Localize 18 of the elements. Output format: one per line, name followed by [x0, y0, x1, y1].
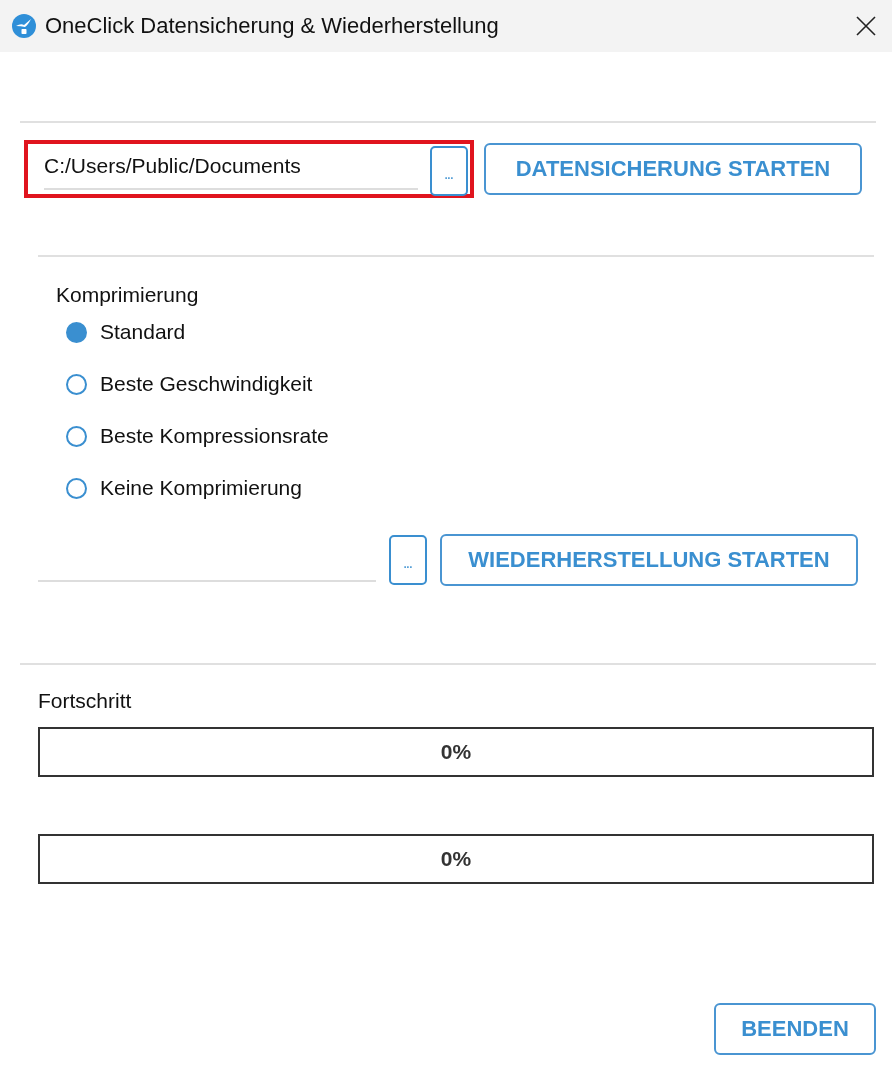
radio-label[interactable]: Beste Kompressionsrate — [100, 424, 329, 448]
browse-button[interactable]: ... — [389, 535, 427, 585]
progress-reading: 0% — [440, 847, 472, 871]
radio-button[interactable] — [66, 373, 87, 395]
progress-label: Fortschritt — [38, 689, 133, 713]
radio-label[interactable]: Standard — [100, 320, 186, 344]
app-logo-icon — [12, 14, 36, 38]
window-title: OneClick Datensicherung & Wiederherstellung — [45, 13, 499, 39]
browse-button[interactable]: ... — [430, 146, 468, 196]
path-field[interactable]: C:/Users/Public/Documents — [44, 154, 418, 190]
close-icon[interactable] — [856, 16, 876, 36]
radio-button[interactable] — [66, 477, 87, 499]
radio-button[interactable] — [66, 425, 87, 447]
radio-label[interactable]: Keine Komprimierung — [100, 476, 302, 500]
section-label: Komprimierung — [56, 283, 200, 307]
radio-button[interactable] — [66, 321, 87, 343]
progress-reading: 0% — [440, 740, 472, 764]
radio-label[interactable]: Beste Geschwindigkeit — [100, 372, 313, 396]
